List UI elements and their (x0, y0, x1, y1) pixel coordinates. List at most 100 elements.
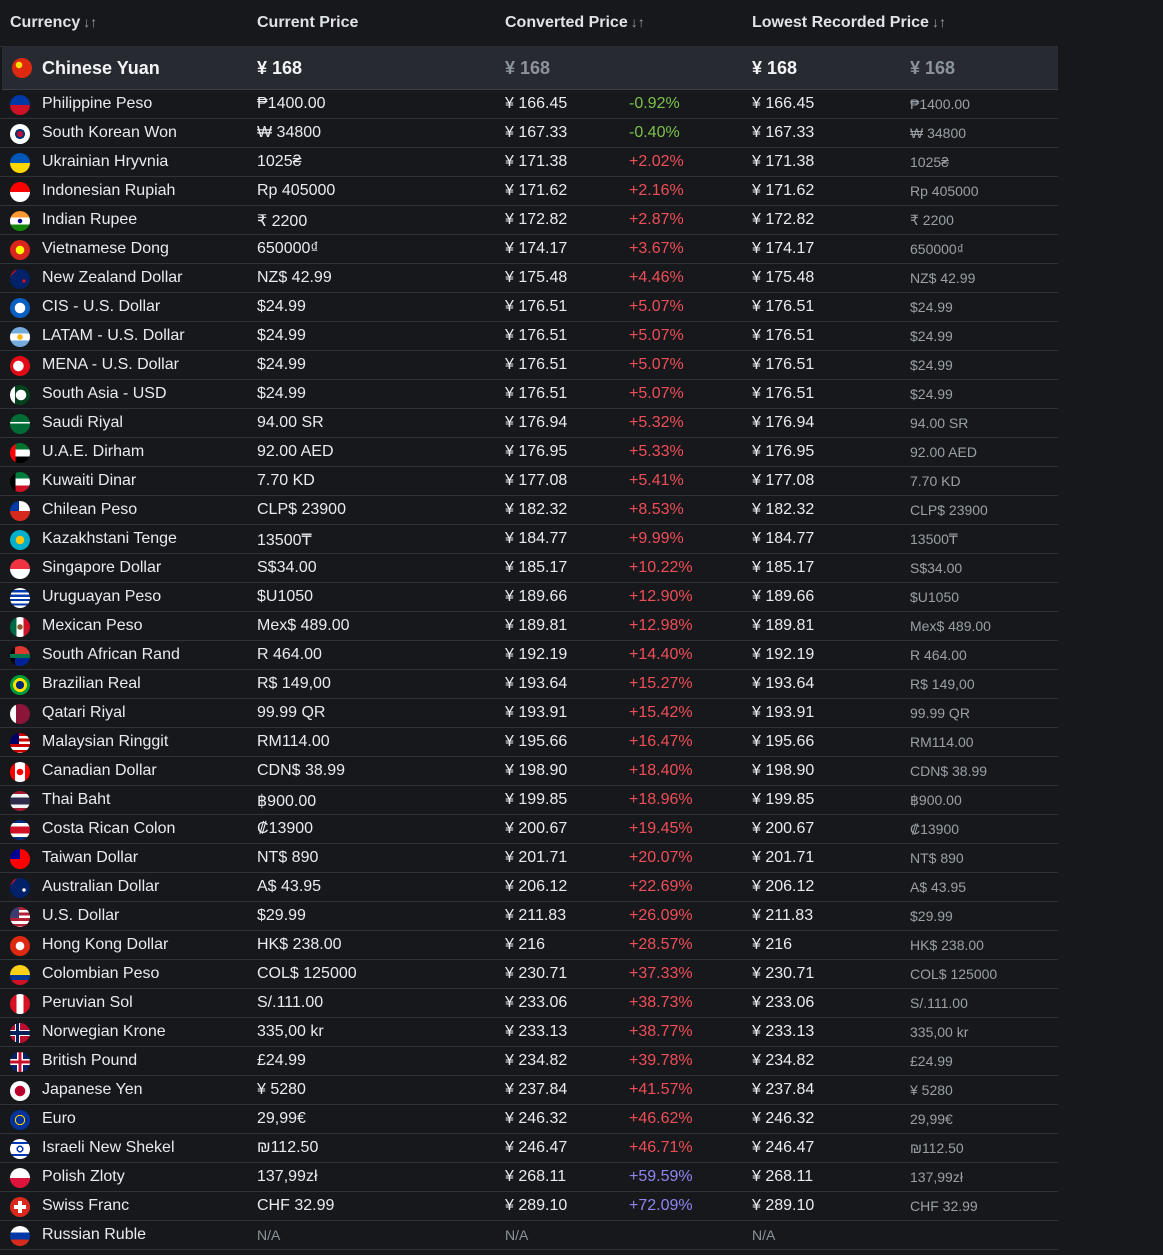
base-lowest-price: ¥ 168 (752, 58, 798, 78)
co-flag-icon (10, 965, 30, 985)
lowest-price-original: 92.00 AED (910, 444, 977, 460)
lowest-price-original: 94.00 SR (910, 415, 969, 431)
price-difference-percent: +39.78% (629, 1052, 693, 1069)
price-difference-percent: +4.46% (629, 269, 684, 286)
currency-name: Philippine Peso (42, 95, 153, 112)
no-flag-icon (10, 1023, 30, 1043)
lowest-price: ¥ 174.17 (752, 240, 815, 257)
lowest-price-original: $29.99 (910, 908, 953, 924)
converted-price: ¥ 185.17 (505, 559, 568, 576)
base-converted-price: ¥ 168 (505, 58, 551, 78)
price-difference-percent: +5.41% (629, 472, 684, 489)
currency-name: South Korean Won (42, 124, 177, 141)
currency-name: U.A.E. Dirham (42, 443, 145, 460)
lowest-price-original: $24.99 (910, 357, 953, 373)
current-price: CHF 32.99 (257, 1197, 335, 1214)
currency-name: Indian Rupee (42, 211, 138, 228)
table-row: Chilean Peso CLP$ 23900 ¥ 182.32 +8.53% ¥ 18… (0, 496, 1058, 525)
lowest-price-original: S/.111.00 (910, 995, 968, 1011)
price-difference-percent: +2.02% (629, 153, 684, 170)
lowest-price: ¥ 233.13 (752, 1023, 815, 1040)
converted-price: ¥ 189.66 (505, 588, 568, 605)
lowest-price-original: CHF 32.99 (910, 1198, 978, 1214)
currency-name: Australian Dollar (42, 878, 160, 895)
lowest-price: ¥ 177.08 (752, 472, 815, 489)
table-row: MENA - U.S. Dollar $24.99 ¥ 176.51 +5.07% ¥ … (0, 351, 1058, 380)
tw-flag-icon (10, 849, 30, 869)
currency-name: Polish Zloty (42, 1168, 125, 1185)
qa-flag-icon (10, 704, 30, 724)
il-flag-icon (10, 1139, 30, 1159)
table-row: South African Rand R 464.00 ¥ 192.19 +14.40… (0, 641, 1058, 670)
current-price: $24.99 (257, 385, 306, 402)
converted-price: ¥ 176.94 (505, 414, 568, 431)
converted-price: ¥ 176.51 (505, 298, 568, 315)
lowest-price: ¥ 206.12 (752, 878, 815, 895)
table-row: Israeli New Shekel ₪112.50 ¥ 246.47 +46.71%… (0, 1134, 1058, 1163)
currency-name: U.S. Dollar (42, 907, 120, 924)
currency-name: Israeli New Shekel (42, 1139, 175, 1156)
header-converted-price[interactable]: Converted Price ↓↑ (505, 14, 645, 32)
lowest-price: ¥ 171.62 (752, 182, 815, 199)
sort-arrows-icon[interactable]: ↓↑ (631, 14, 645, 30)
current-price: ฿900.00 (257, 793, 317, 810)
lowest-price: ¥ 171.38 (752, 153, 815, 170)
lowest-price: ¥ 237.84 (752, 1081, 815, 1098)
nz-flag-icon (10, 269, 30, 289)
sort-arrows-icon[interactable]: ↓↑ (83, 14, 97, 30)
converted-price: ¥ 234.82 (505, 1052, 568, 1069)
price-difference-percent: +15.42% (629, 704, 693, 721)
table-row: Polish Zloty 137,99zł ¥ 268.11 +59.59% ¥ 268… (0, 1163, 1058, 1192)
current-price: S$34.00 (257, 559, 317, 576)
current-price: ₪112.50 (257, 1139, 319, 1156)
converted-price: ¥ 175.48 (505, 269, 568, 286)
base-current-price: ¥ 168 (257, 58, 303, 78)
price-difference-percent: +14.40% (629, 646, 693, 663)
currency-name: Kazakhstani Tenge (42, 530, 177, 547)
price-comparison-page: Currency ↓↑ Current Price Converted Price… (0, 0, 1163, 1255)
current-price: ₩ 34800 (257, 124, 322, 141)
currency-name: Norwegian Krone (42, 1023, 166, 1040)
currency-name: Colombian Peso (42, 965, 160, 982)
currency-rows: Philippine Peso ₱1400.00 ¥ 166.45 -0.92% ¥ 1… (0, 90, 1058, 1250)
converted-price: ¥ 176.51 (505, 356, 568, 373)
current-price: CDN$ 38.99 (257, 762, 346, 779)
ch-flag-icon (10, 1197, 30, 1217)
table-row: Costa Rican Colon ₡13900 ¥ 200.67 +19.45% ¥ … (0, 815, 1058, 844)
lowest-price-original: COL$ 125000 (910, 966, 998, 982)
converted-price: ¥ 216 (505, 936, 546, 953)
lowest-price: ¥ 176.51 (752, 298, 815, 315)
table-row: Indian Rupee ₹ 2200 ¥ 172.82 +2.87% ¥ 172.82… (0, 206, 1058, 235)
converted-price: ¥ 166.45 (505, 95, 568, 112)
current-price: R 464.00 (257, 646, 322, 663)
header-lowest-recorded[interactable]: Lowest Recorded Price ↓↑ (752, 14, 946, 32)
table-row: Swiss Franc CHF 32.99 ¥ 289.10 +72.09% ¥ 289… (0, 1192, 1058, 1221)
current-price: COL$ 125000 (257, 965, 357, 982)
sort-arrows-icon[interactable]: ↓↑ (932, 14, 946, 30)
price-difference-percent: +8.53% (629, 501, 684, 518)
current-price: R$ 149,00 (257, 675, 331, 692)
lowest-price: ¥ 216 (752, 936, 793, 953)
table-row: Qatari Riyal 99.99 QR ¥ 193.91 +15.42% ¥ 193… (0, 699, 1058, 728)
currency-name: Kuwaiti Dinar (42, 472, 137, 489)
currency-name: Malaysian Ringgit (42, 733, 169, 750)
lowest-price-original: RM114.00 (910, 734, 974, 750)
currency-name: Brazilian Real (42, 675, 141, 692)
price-difference-percent: +5.07% (629, 385, 684, 402)
lowest-price-original: 29,99€ (910, 1111, 953, 1127)
table-row: Japanese Yen ¥ 5280 ¥ 237.84 +41.57% ¥ 237.8… (0, 1076, 1058, 1105)
header-currency[interactable]: Currency ↓↑ (10, 14, 97, 32)
za-flag-icon (10, 646, 30, 666)
lowest-price-original: ₩ 34800 (910, 125, 967, 141)
lowest-price-original: ¥ 5280 (910, 1082, 953, 1098)
kw-flag-icon (10, 472, 30, 492)
kz-flag-icon (10, 530, 30, 550)
table-row: LATAM - U.S. Dollar $24.99 ¥ 176.51 +5.07% ¥… (0, 322, 1058, 351)
converted-price: N/A (505, 1227, 529, 1243)
currency-name: Thai Baht (42, 791, 111, 808)
lowest-price-original: ฿900.00 (910, 792, 962, 808)
currency-name: Mexican Peso (42, 617, 143, 634)
latam-flag-icon (10, 327, 30, 347)
current-price: NZ$ 42.99 (257, 269, 332, 286)
current-price: Mex$ 489.00 (257, 617, 350, 634)
